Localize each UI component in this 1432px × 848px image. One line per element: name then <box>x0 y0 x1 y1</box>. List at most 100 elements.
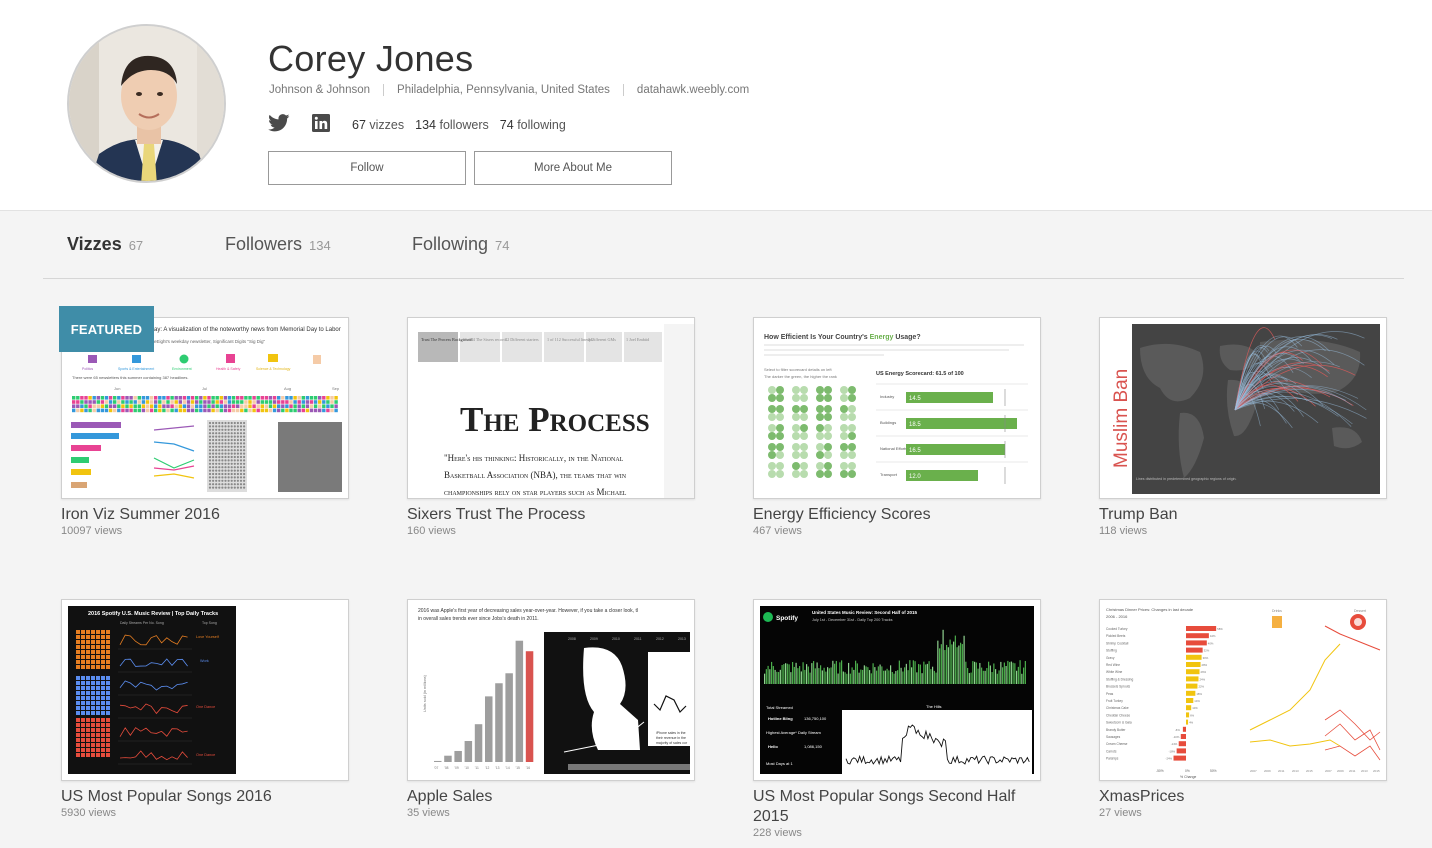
svg-text:'14: '14 <box>505 766 509 770</box>
spotify15-hello-value: 1,086,150 <box>804 744 823 749</box>
svg-text:Carrots: Carrots <box>1106 749 1117 753</box>
viz-thumbnail[interactable]: Trust The Process Background 66-234 The … <box>407 317 695 499</box>
energy-heading-prefix: How Efficient Is Your Country's <box>764 334 870 341</box>
xmas-bar <box>1186 647 1203 653</box>
svg-text:Stuffing & Dressing: Stuffing & Dressing <box>1106 677 1133 681</box>
cat-science: Science & Technology <box>256 367 291 371</box>
xmas-xlabel: % Change <box>1180 775 1196 779</box>
svg-text:24%: 24% <box>1199 677 1205 681</box>
spotify15-most-days: Most Days at 1 <box>766 761 793 766</box>
spotify16-song-4: One Dance <box>196 753 215 757</box>
beer-icon <box>1272 616 1282 628</box>
energy-select-hint: Select to filter scorecard details on le… <box>764 367 832 372</box>
sixers-heading: The Process <box>460 400 650 439</box>
spotify16-song-1: Love Yourself <box>196 635 220 639</box>
vizzes-stat[interactable]: 67 vizzes <box>352 118 404 132</box>
viz-thumbnail[interactable]: 2016 Spotify U.S. Music Review | Top Dai… <box>61 599 349 781</box>
apple-ylabel: Units sold (in millions) <box>423 674 427 712</box>
viz-thumbnail[interactable]: Spotify United States Music Review: Seco… <box>753 599 1041 781</box>
month-jun: Jun <box>114 386 120 391</box>
viz-title[interactable]: Energy Efficiency Scores <box>753 505 1043 525</box>
spotify15-hello: Hello <box>768 744 778 749</box>
viz-title[interactable]: Trump Ban <box>1099 505 1389 525</box>
svg-text:'08: '08 <box>444 766 448 770</box>
profile-header: Corey Jones Johnson & Johnson Philadelph… <box>0 0 1432 211</box>
following-stat-label: following <box>517 117 566 132</box>
svg-text:Sausages: Sausages <box>1106 735 1121 739</box>
xmas-bar <box>1186 654 1202 660</box>
apple-bar <box>505 673 513 762</box>
linkedin-icon[interactable] <box>312 114 330 135</box>
apple-intro-2: in overall sales trends ever since Jobs'… <box>418 616 539 622</box>
energy-hover-hint: The darker the green, the higher the ran… <box>764 374 837 379</box>
svg-text:40%: 40% <box>1208 641 1214 645</box>
svg-text:Pickled Beets: Pickled Beets <box>1106 634 1126 638</box>
xmas-bar <box>1186 640 1207 646</box>
viz-thumbnail[interactable]: Muslim Ban Lines distributed in predeter… <box>1099 317 1387 499</box>
viz-title[interactable]: US Most Popular Songs 2016 <box>61 787 351 807</box>
energy-heading-suffix: Usage? <box>893 334 920 341</box>
svg-text:Shrimp Cocktail: Shrimp Cocktail <box>1106 641 1129 645</box>
sixers-quote-3: championships rely on star players such … <box>444 487 627 497</box>
svg-text:National Efforts: National Efforts <box>880 446 907 451</box>
viz-thumbnail[interactable]: Christmas Dinner Prices: Changes in last… <box>1099 599 1387 781</box>
viz-thumbnail[interactable]: How Efficient Is Your Country's Energy U… <box>753 317 1041 499</box>
cat-sports: Sports & Entertainment <box>118 367 154 371</box>
sixers-tab-6: 1 Joel Embiid <box>626 337 650 342</box>
apple-photo-note-2: their revenue in the <box>656 736 686 740</box>
meta-divider <box>383 84 385 96</box>
svg-text:Red Wine: Red Wine <box>1106 663 1120 667</box>
energy-bar <box>906 444 1005 455</box>
apple-photo-note-3: majority of sales cor <box>656 741 688 745</box>
spotify-icon <box>763 612 773 622</box>
viz-title[interactable]: US Most Popular Songs Second Half 2015 <box>753 787 1043 827</box>
svg-text:'09: '09 <box>454 766 458 770</box>
xmas-bar <box>1186 690 1196 696</box>
profile-website-link[interactable]: datahawk.weebly.com <box>637 84 749 96</box>
xmas-bar <box>1182 726 1186 732</box>
xmas-range: 2006 - 2016 <box>1106 614 1128 619</box>
xmas-bar <box>1178 741 1186 747</box>
tab-vizzes[interactable]: Vizzes 67 <box>67 234 143 255</box>
sixers-quote-2: Basketball Association (NBA), the teams … <box>444 470 627 480</box>
svg-text:2015: 2015 <box>1373 769 1380 773</box>
spotify16-heading: 2016 Spotify U.S. Music Review | Top Dai… <box>88 611 218 617</box>
tab-count: 134 <box>309 238 331 253</box>
viz-title[interactable]: XmasPrices <box>1099 787 1389 807</box>
viz-views: 160 views <box>407 525 456 537</box>
viz-title[interactable]: Sixers Trust The Process <box>407 505 697 525</box>
sixers-tab-3: 42 Different starters <box>505 337 539 342</box>
sixers-tab-4: 1 of 112 Successful lineups <box>547 337 593 342</box>
energy-bar <box>906 418 1017 429</box>
viz-title[interactable]: Iron Viz Summer 2016 <box>61 505 351 525</box>
viz-thumbnail[interactable]: 2016 was Apple's first year of decreasin… <box>407 599 695 781</box>
follow-button[interactable]: Follow <box>268 151 466 185</box>
month-aug: Aug <box>284 386 291 391</box>
svg-text:58%: 58% <box>1217 627 1223 631</box>
xmas-bar <box>1186 719 1189 725</box>
xmas-bar <box>1176 748 1186 754</box>
svg-text:Stuffing: Stuffing <box>1106 649 1117 653</box>
followers-stat[interactable]: 134 followers <box>415 118 489 132</box>
apple-bar <box>474 724 483 762</box>
tab-followers[interactable]: Followers 134 <box>225 234 331 255</box>
svg-text:2008: 2008 <box>568 637 576 641</box>
following-stat[interactable]: 74 following <box>500 118 566 132</box>
spotify16-col2: Top Song <box>202 621 217 625</box>
svg-text:2009: 2009 <box>1264 769 1271 773</box>
svg-text:-10%: -10% <box>1173 735 1180 739</box>
profile-name: Corey Jones <box>268 38 474 79</box>
tab-following[interactable]: Following 74 <box>412 234 510 255</box>
svg-text:Brussels Sprouts: Brussels Sprouts <box>1106 685 1130 689</box>
trump-ban-vertical: Muslim Ban <box>1111 369 1132 468</box>
svg-text:Fruit Turkey: Fruit Turkey <box>1106 699 1123 703</box>
svg-text:Gravy: Gravy <box>1106 656 1115 660</box>
viz-title[interactable]: Apple Sales <box>407 787 697 807</box>
svg-text:12.0: 12.0 <box>909 474 921 480</box>
xmas-bar <box>1186 712 1190 718</box>
spotify16-col1: Daily Streams Per No. Song <box>120 621 164 625</box>
more-about-me-button[interactable]: More About Me <box>474 151 672 185</box>
tab-label: Vizzes <box>67 234 122 254</box>
twitter-icon[interactable] <box>268 114 290 135</box>
svg-text:22%: 22% <box>1198 685 1204 689</box>
